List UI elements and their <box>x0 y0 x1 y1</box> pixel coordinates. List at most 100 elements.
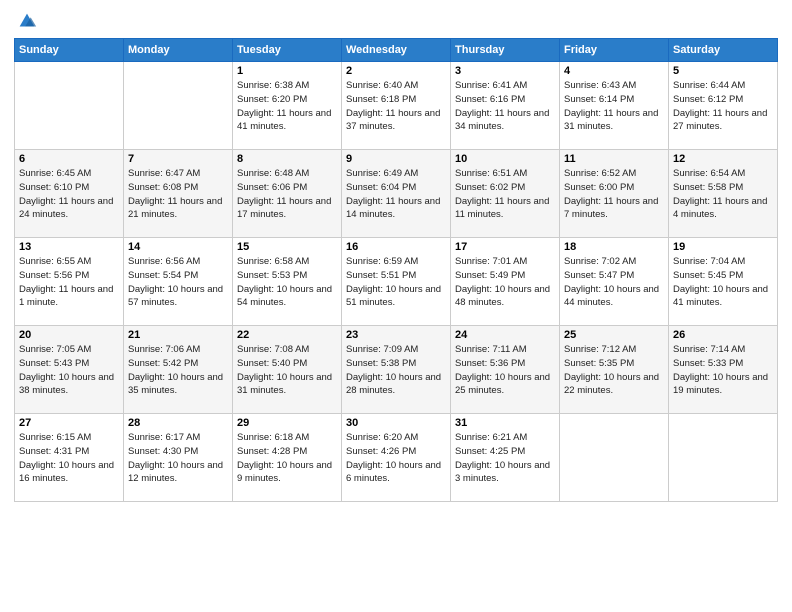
calendar-cell: 8 Sunrise: 6:48 AM Sunset: 6:06 PM Daylig… <box>233 150 342 238</box>
calendar-cell: 17 Sunrise: 7:01 AM Sunset: 5:49 PM Dayli… <box>451 238 560 326</box>
col-header-tuesday: Tuesday <box>233 39 342 62</box>
day-number: 8 <box>237 153 337 165</box>
day-number: 24 <box>455 329 555 341</box>
day-number: 7 <box>128 153 228 165</box>
day-number: 13 <box>19 241 119 253</box>
calendar-cell: 1 Sunrise: 6:38 AM Sunset: 6:20 PM Daylig… <box>233 62 342 150</box>
calendar-cell: 4 Sunrise: 6:43 AM Sunset: 6:14 PM Daylig… <box>560 62 669 150</box>
day-detail: Sunrise: 7:08 AM Sunset: 5:40 PM Dayligh… <box>237 343 337 398</box>
day-detail: Sunrise: 7:14 AM Sunset: 5:33 PM Dayligh… <box>673 343 773 398</box>
day-detail: Sunrise: 6:51 AM Sunset: 6:02 PM Dayligh… <box>455 167 555 222</box>
day-number: 2 <box>346 65 446 77</box>
day-number: 15 <box>237 241 337 253</box>
day-number: 4 <box>564 65 664 77</box>
day-detail: Sunrise: 6:20 AM Sunset: 4:26 PM Dayligh… <box>346 431 446 486</box>
day-detail: Sunrise: 7:05 AM Sunset: 5:43 PM Dayligh… <box>19 343 119 398</box>
day-detail: Sunrise: 7:12 AM Sunset: 5:35 PM Dayligh… <box>564 343 664 398</box>
calendar-week-1: 1 Sunrise: 6:38 AM Sunset: 6:20 PM Daylig… <box>15 62 778 150</box>
day-number: 5 <box>673 65 773 77</box>
day-detail: Sunrise: 6:56 AM Sunset: 5:54 PM Dayligh… <box>128 255 228 310</box>
calendar-cell: 5 Sunrise: 6:44 AM Sunset: 6:12 PM Daylig… <box>669 62 778 150</box>
col-header-sunday: Sunday <box>15 39 124 62</box>
calendar-cell: 18 Sunrise: 7:02 AM Sunset: 5:47 PM Dayli… <box>560 238 669 326</box>
day-number: 25 <box>564 329 664 341</box>
day-detail: Sunrise: 6:48 AM Sunset: 6:06 PM Dayligh… <box>237 167 337 222</box>
day-number: 12 <box>673 153 773 165</box>
calendar-cell: 27 Sunrise: 6:15 AM Sunset: 4:31 PM Dayli… <box>15 414 124 502</box>
page-header <box>14 10 778 32</box>
calendar-cell: 21 Sunrise: 7:06 AM Sunset: 5:42 PM Dayli… <box>124 326 233 414</box>
logo <box>14 10 38 32</box>
day-detail: Sunrise: 6:52 AM Sunset: 6:00 PM Dayligh… <box>564 167 664 222</box>
day-number: 27 <box>19 417 119 429</box>
day-detail: Sunrise: 6:38 AM Sunset: 6:20 PM Dayligh… <box>237 79 337 134</box>
day-detail: Sunrise: 6:17 AM Sunset: 4:30 PM Dayligh… <box>128 431 228 486</box>
day-number: 1 <box>237 65 337 77</box>
day-number: 14 <box>128 241 228 253</box>
calendar-week-2: 6 Sunrise: 6:45 AM Sunset: 6:10 PM Daylig… <box>15 150 778 238</box>
calendar-cell: 20Sunrise: 7:05 AM Sunset: 5:43 PM Dayli… <box>15 326 124 414</box>
day-detail: Sunrise: 6:59 AM Sunset: 5:51 PM Dayligh… <box>346 255 446 310</box>
day-detail: Sunrise: 6:40 AM Sunset: 6:18 PM Dayligh… <box>346 79 446 134</box>
calendar-cell: 25 Sunrise: 7:12 AM Sunset: 5:35 PM Dayli… <box>560 326 669 414</box>
day-detail: Sunrise: 7:02 AM Sunset: 5:47 PM Dayligh… <box>564 255 664 310</box>
calendar-cell: 29 Sunrise: 6:18 AM Sunset: 4:28 PM Dayli… <box>233 414 342 502</box>
day-number: 21 <box>128 329 228 341</box>
day-number: 23 <box>346 329 446 341</box>
day-detail: Sunrise: 6:18 AM Sunset: 4:28 PM Dayligh… <box>237 431 337 486</box>
calendar-cell: 10 Sunrise: 6:51 AM Sunset: 6:02 PM Dayli… <box>451 150 560 238</box>
day-detail: Sunrise: 6:54 AM Sunset: 5:58 PM Dayligh… <box>673 167 773 222</box>
calendar-table: SundayMondayTuesdayWednesdayThursdayFrid… <box>14 38 778 502</box>
calendar-cell: 14 Sunrise: 6:56 AM Sunset: 5:54 PM Dayli… <box>124 238 233 326</box>
day-detail: Sunrise: 7:06 AM Sunset: 5:42 PM Dayligh… <box>128 343 228 398</box>
day-detail: Sunrise: 7:09 AM Sunset: 5:38 PM Dayligh… <box>346 343 446 398</box>
day-detail: Sunrise: 6:15 AM Sunset: 4:31 PM Dayligh… <box>19 431 119 486</box>
day-detail: Sunrise: 6:43 AM Sunset: 6:14 PM Dayligh… <box>564 79 664 134</box>
day-detail: Sunrise: 6:47 AM Sunset: 6:08 PM Dayligh… <box>128 167 228 222</box>
calendar-cell: 22Sunrise: 7:08 AM Sunset: 5:40 PM Dayli… <box>233 326 342 414</box>
day-number: 3 <box>455 65 555 77</box>
day-detail: Sunrise: 6:49 AM Sunset: 6:04 PM Dayligh… <box>346 167 446 222</box>
calendar-cell: 12 Sunrise: 6:54 AM Sunset: 5:58 PM Dayli… <box>669 150 778 238</box>
calendar-cell: 23 Sunrise: 7:09 AM Sunset: 5:38 PM Dayli… <box>342 326 451 414</box>
calendar-cell: 7 Sunrise: 6:47 AM Sunset: 6:08 PM Daylig… <box>124 150 233 238</box>
calendar-cell <box>124 62 233 150</box>
day-number: 29 <box>237 417 337 429</box>
day-number: 31 <box>455 417 555 429</box>
day-detail: Sunrise: 7:01 AM Sunset: 5:49 PM Dayligh… <box>455 255 555 310</box>
calendar-cell <box>669 414 778 502</box>
day-number: 19 <box>673 241 773 253</box>
day-number: 6 <box>19 153 119 165</box>
day-number: 17 <box>455 241 555 253</box>
logo-icon <box>16 10 38 32</box>
day-number: 28 <box>128 417 228 429</box>
day-number: 18 <box>564 241 664 253</box>
day-number: 10 <box>455 153 555 165</box>
col-header-friday: Friday <box>560 39 669 62</box>
col-header-saturday: Saturday <box>669 39 778 62</box>
calendar-cell: 3 Sunrise: 6:41 AM Sunset: 6:16 PM Daylig… <box>451 62 560 150</box>
calendar-cell: 31 Sunrise: 6:21 AM Sunset: 4:25 PM Dayli… <box>451 414 560 502</box>
day-number: 16 <box>346 241 446 253</box>
day-number: 30 <box>346 417 446 429</box>
day-number: 11 <box>564 153 664 165</box>
day-detail: Sunrise: 6:41 AM Sunset: 6:16 PM Dayligh… <box>455 79 555 134</box>
day-detail: Sunrise: 6:55 AM Sunset: 5:56 PM Dayligh… <box>19 255 119 310</box>
calendar-cell: 9Sunrise: 6:49 AM Sunset: 6:04 PM Daylig… <box>342 150 451 238</box>
day-detail: Sunrise: 6:44 AM Sunset: 6:12 PM Dayligh… <box>673 79 773 134</box>
calendar-week-5: 27 Sunrise: 6:15 AM Sunset: 4:31 PM Dayli… <box>15 414 778 502</box>
day-detail: Sunrise: 6:21 AM Sunset: 4:25 PM Dayligh… <box>455 431 555 486</box>
day-detail: Sunrise: 7:04 AM Sunset: 5:45 PM Dayligh… <box>673 255 773 310</box>
day-detail: Sunrise: 6:58 AM Sunset: 5:53 PM Dayligh… <box>237 255 337 310</box>
calendar-cell: 16 Sunrise: 6:59 AM Sunset: 5:51 PM Dayli… <box>342 238 451 326</box>
col-header-wednesday: Wednesday <box>342 39 451 62</box>
calendar-week-4: 20Sunrise: 7:05 AM Sunset: 5:43 PM Dayli… <box>15 326 778 414</box>
day-number: 26 <box>673 329 773 341</box>
calendar-week-3: 13 Sunrise: 6:55 AM Sunset: 5:56 PM Dayli… <box>15 238 778 326</box>
day-detail: Sunrise: 6:45 AM Sunset: 6:10 PM Dayligh… <box>19 167 119 222</box>
calendar-cell: 6 Sunrise: 6:45 AM Sunset: 6:10 PM Daylig… <box>15 150 124 238</box>
calendar-header-row: SundayMondayTuesdayWednesdayThursdayFrid… <box>15 39 778 62</box>
calendar-cell: 11 Sunrise: 6:52 AM Sunset: 6:00 PM Dayli… <box>560 150 669 238</box>
col-header-thursday: Thursday <box>451 39 560 62</box>
day-detail: Sunrise: 7:11 AM Sunset: 5:36 PM Dayligh… <box>455 343 555 398</box>
